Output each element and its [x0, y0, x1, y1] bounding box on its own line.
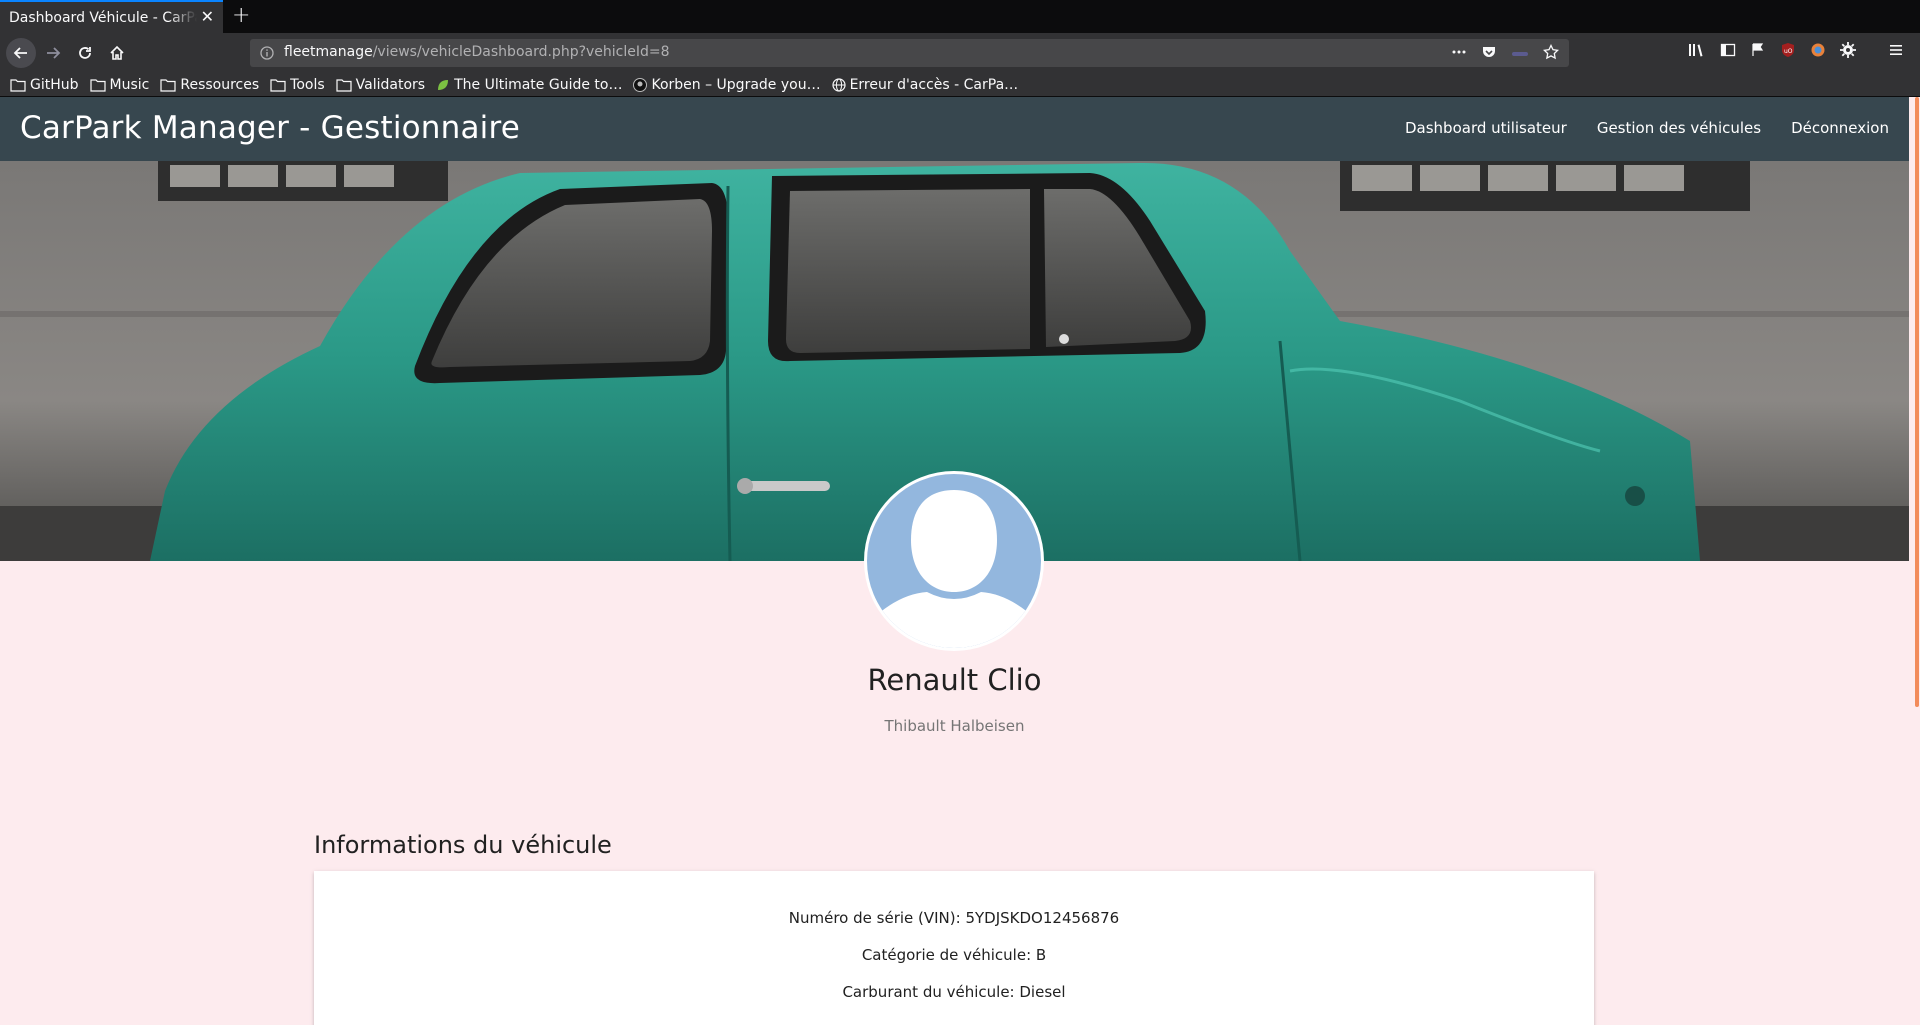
- bookmark-item[interactable]: Korben – Upgrade you…: [633, 76, 821, 93]
- arrow-right-icon: [47, 47, 61, 59]
- ublock-origin-icon[interactable]: uO: [1780, 42, 1796, 62]
- folder-icon: [270, 78, 286, 92]
- folder-icon: [336, 78, 352, 92]
- site-nav-links: Dashboard utilisateur Gestion des véhicu…: [1405, 119, 1889, 137]
- back-button[interactable]: [6, 38, 36, 68]
- extension-flag-icon[interactable]: [1750, 42, 1766, 62]
- vehicle-name: Renault Clio: [867, 663, 1042, 697]
- bookmark-label: GitHub: [30, 76, 79, 93]
- browser-tab-title: Dashboard Véhicule - CarPark Manager: [9, 9, 197, 26]
- reload-button[interactable]: [72, 40, 98, 66]
- bookmark-item[interactable]: Validators: [336, 77, 425, 93]
- browser-toolbar: fleetmanage/views/vehicleDashboard.php?v…: [0, 33, 1920, 73]
- hamburger-menu-icon[interactable]: [1888, 42, 1904, 62]
- url-text[interactable]: fleetmanage/views/vehicleDashboard.php?v…: [284, 44, 670, 60]
- close-tab-icon[interactable]: ✕: [201, 9, 214, 25]
- nav-link-deconnexion[interactable]: Déconnexion: [1791, 119, 1889, 137]
- nav-link-gestion-vehicules[interactable]: Gestion des véhicules: [1597, 119, 1761, 137]
- library-icon[interactable]: [1688, 42, 1706, 62]
- sidebar-icon[interactable]: [1720, 42, 1736, 62]
- vehicle-category: Catégorie de véhicule: B: [861, 946, 1047, 964]
- more-actions-icon[interactable]: [1451, 44, 1467, 64]
- globe-icon: [831, 77, 846, 92]
- url-bar[interactable]: fleetmanage/views/vehicleDashboard.php?v…: [250, 39, 1569, 67]
- bookmark-item[interactable]: Music: [89, 76, 150, 93]
- extension-globe-icon[interactable]: [1810, 42, 1826, 62]
- avatar: [864, 471, 1044, 651]
- bookmark-item[interactable]: Tools: [270, 77, 325, 93]
- bookmark-star-icon[interactable]: [1542, 43, 1560, 64]
- home-button[interactable]: [104, 40, 130, 66]
- default-user-avatar-icon: [867, 474, 1041, 648]
- page-scrollbar[interactable]: [1909, 97, 1920, 1025]
- nav-link-dashboard-utilisateur[interactable]: Dashboard utilisateur: [1405, 119, 1567, 137]
- section-title-vehicle-info: Informations du véhicule: [314, 831, 612, 859]
- bookmark-label: Validators: [355, 76, 426, 93]
- vehicle-owner: Thibault Halbeisen: [884, 717, 1025, 735]
- toolbar-right: uO: [1688, 42, 1904, 62]
- bookmark-item[interactable]: Erreur d'accès - CarPa…: [831, 76, 1019, 93]
- bookmark-label: Music: [109, 76, 150, 93]
- svg-text:uO: uO: [1784, 48, 1793, 55]
- browser-tab-active[interactable]: Dashboard Véhicule - CarPark Manager ✕: [0, 0, 223, 33]
- bookmark-label: Korben – Upgrade you…: [651, 76, 821, 93]
- folder-icon: [160, 78, 176, 92]
- vehicle-vin: Numéro de série (VIN): 5YDJSKDO12456876: [788, 909, 1120, 927]
- bookmark-label: The Ultimate Guide to…: [454, 76, 623, 93]
- bookmark-item[interactable]: The Ultimate Guide to…: [436, 77, 622, 93]
- bookmark-label: Erreur d'accès - CarPa…: [849, 76, 1019, 93]
- page-viewport: CarPark Manager - Gestionnaire Dashboard…: [0, 97, 1920, 1025]
- vehicle-info-card: Numéro de série (VIN): 5YDJSKDO12456876 …: [314, 871, 1594, 1025]
- browser-tab-bar: Dashboard Véhicule - CarPark Manager ✕ +: [0, 0, 1920, 33]
- site-navbar: CarPark Manager - Gestionnaire Dashboard…: [0, 97, 1909, 161]
- bookmark-item[interactable]: Ressources: [160, 77, 259, 93]
- site-brand[interactable]: CarPark Manager - Gestionnaire: [20, 110, 520, 146]
- arrow-left-icon: [13, 47, 27, 59]
- vehicle-fuel: Carburant du véhicule: Diesel: [842, 983, 1066, 1001]
- pocket-icon[interactable]: [1481, 44, 1497, 64]
- site-info-icon[interactable]: [260, 45, 274, 64]
- reload-icon: [79, 47, 91, 59]
- url-path: /views/vehicleDashboard.php?vehicleId=8: [372, 44, 670, 60]
- extension-gear-icon[interactable]: [1840, 42, 1856, 62]
- scrollbar-thumb[interactable]: [1915, 97, 1919, 707]
- folder-icon: [10, 78, 26, 92]
- korben-icon: [633, 77, 648, 92]
- url-host: fleetmanage: [284, 44, 373, 60]
- bookmark-label: Tools: [290, 76, 325, 93]
- home-icon: [110, 45, 124, 60]
- bookmark-item[interactable]: GitHub: [10, 77, 79, 93]
- reader-view-icon[interactable]: [1511, 45, 1529, 64]
- bookmarks-toolbar: GitHub Music Ressources Tools Validators The …: [0, 73, 1920, 97]
- bookmark-label: Ressources: [180, 76, 260, 93]
- folder-icon: [89, 78, 106, 92]
- url-actions: [1451, 43, 1560, 64]
- leaf-icon: [436, 78, 450, 92]
- forward-button[interactable]: [40, 40, 66, 66]
- new-tab-button[interactable]: +: [232, 3, 250, 29]
